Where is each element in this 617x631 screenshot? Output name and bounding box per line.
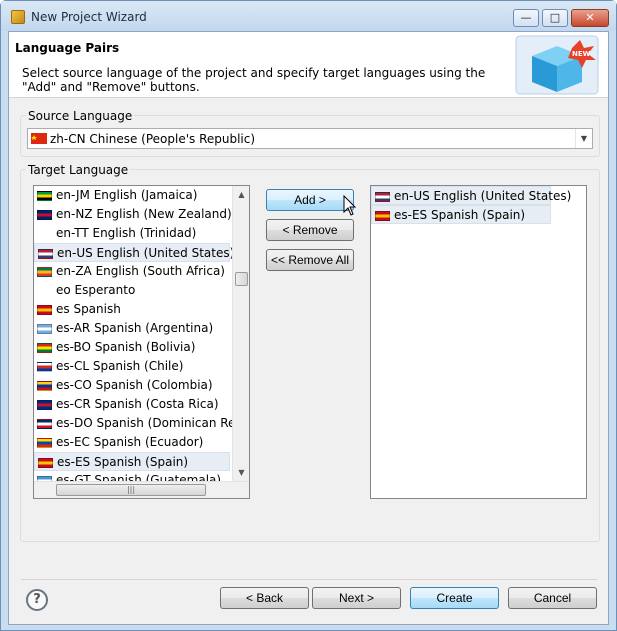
available-language-item[interactable]: en-US English (United States) (34, 243, 234, 262)
scroll-up-icon[interactable]: ▲ (233, 186, 249, 203)
create-button[interactable]: Create (410, 587, 499, 609)
language-label: es-DO Spanish (Dominican Republic) (56, 416, 249, 430)
language-label: es-ES Spanish (Spain) (57, 455, 189, 469)
available-language-item[interactable]: es-ES Spanish (Spain) (34, 452, 230, 471)
help-icon[interactable]: ? (26, 589, 48, 611)
window-title: New Project Wizard (31, 10, 147, 24)
flag-icon (37, 210, 52, 220)
language-label: es Spanish (56, 302, 121, 316)
flag-icon (375, 211, 390, 221)
available-language-item[interactable]: es-DO Spanish (Dominican Republic) (34, 414, 249, 433)
flag-icon (37, 400, 52, 410)
wizard-window: New Project Wizard — □ ✕ Language Pairs … (0, 0, 617, 631)
back-button[interactable]: < Back (220, 587, 309, 609)
available-language-item[interactable]: es-EC Spanish (Ecuador) (34, 433, 230, 452)
title-bar[interactable]: New Project Wizard — □ ✕ (1, 1, 616, 31)
selected-language-item[interactable]: es-ES Spanish (Spain) (371, 205, 551, 224)
language-label: en-US English (United States) (394, 189, 572, 203)
language-label: es-EC Spanish (Ecuador) (56, 435, 204, 449)
remove-button[interactable]: < Remove (266, 219, 354, 241)
available-language-item[interactable]: es-BO Spanish (Bolivia) (34, 338, 230, 357)
maximize-button[interactable]: □ (542, 9, 568, 27)
target-language-label: Target Language (26, 163, 131, 177)
available-language-item[interactable]: es Spanish (34, 300, 230, 319)
flag-icon (37, 305, 52, 315)
available-list-hscrollbar[interactable]: ||| (34, 481, 249, 498)
language-label: eo Esperanto (56, 283, 136, 297)
mouse-cursor-icon (343, 195, 357, 216)
flag-icon (38, 458, 53, 468)
wizard-content: Language Pairs Select source language of… (8, 31, 609, 625)
available-language-item[interactable]: eo Esperanto (34, 281, 230, 300)
chevron-down-icon[interactable]: ▼ (575, 129, 592, 148)
flag-icon (37, 381, 52, 391)
minimize-button[interactable]: — (513, 9, 539, 27)
language-label: es-CR Spanish (Costa Rica) (56, 397, 219, 411)
available-language-item[interactable]: en-JM English (Jamaica) (34, 186, 230, 205)
available-list-vscrollbar[interactable]: ▲ ▼ (232, 186, 249, 498)
flag-icon (38, 249, 53, 259)
flag-icon (37, 419, 52, 429)
add-button[interactable]: Add > (266, 189, 354, 211)
source-language-select[interactable]: zh-CN Chinese (People's Republic) ▼ (27, 128, 593, 149)
language-label: en-US English (United States) (57, 246, 235, 260)
available-language-item[interactable]: es-CO Spanish (Colombia) (34, 376, 230, 395)
language-label: es-CO Spanish (Colombia) (56, 378, 213, 392)
available-language-item[interactable]: en-NZ English (New Zealand) (34, 205, 232, 224)
wizard-banner: Language Pairs Select source language of… (9, 32, 608, 98)
source-language-label: Source Language (26, 109, 135, 123)
available-language-item[interactable]: es-AR Spanish (Argentina) (34, 319, 230, 338)
available-language-item[interactable]: es-CR Spanish (Costa Rica) (34, 395, 230, 414)
new-badge: NEW (572, 50, 591, 58)
flag-icon (37, 438, 52, 448)
language-label: en-NZ English (New Zealand) (56, 207, 232, 221)
flag-icon (37, 343, 52, 353)
cancel-button[interactable]: Cancel (508, 587, 597, 609)
language-label: en-ZA English (South Africa) (56, 264, 225, 278)
remove-all-button[interactable]: << Remove All (266, 249, 354, 271)
language-label: es-AR Spanish (Argentina) (56, 321, 214, 335)
flag-icon (37, 362, 52, 372)
scroll-thumb[interactable] (235, 272, 248, 286)
new-project-box-icon: NEW (515, 35, 599, 95)
language-label: es-BO Spanish (Bolivia) (56, 340, 196, 354)
available-languages-list[interactable]: en-JM English (Jamaica) en-NZ English (Ne… (33, 185, 250, 499)
app-icon (11, 10, 25, 24)
page-description: Select source language of the project an… (22, 66, 486, 94)
page-title: Language Pairs (15, 41, 120, 55)
available-language-item[interactable]: en-TT English (Trinidad) (34, 224, 230, 243)
flag-icon (37, 267, 52, 277)
selected-languages-list[interactable]: en-US English (United States) es-ES Spani… (370, 185, 587, 499)
next-button[interactable]: Next > (312, 587, 401, 609)
available-language-item[interactable]: en-ZA English (South Africa) (34, 262, 230, 281)
language-label: es-CL Spanish (Chile) (56, 359, 184, 373)
close-button[interactable]: ✕ (571, 9, 609, 27)
scroll-down-icon[interactable]: ▼ (233, 464, 249, 481)
selected-language-item[interactable]: en-US English (United States) (371, 186, 571, 205)
source-language-value: zh-CN Chinese (People's Republic) (50, 132, 256, 146)
language-label: en-TT English (Trinidad) (56, 226, 197, 240)
language-label: es-ES Spanish (Spain) (394, 208, 526, 222)
available-language-item[interactable]: es-CL Spanish (Chile) (34, 357, 230, 376)
footer-separator (21, 579, 597, 580)
language-label: en-JM English (Jamaica) (56, 188, 198, 202)
flag-icon (37, 324, 52, 334)
flag-icon (375, 192, 390, 202)
hscroll-thumb[interactable]: ||| (56, 484, 206, 496)
china-flag-icon (31, 133, 47, 144)
flag-icon (37, 191, 52, 201)
